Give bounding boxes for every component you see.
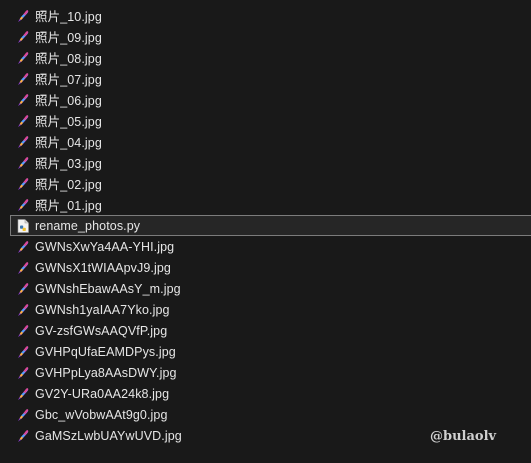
image-file-icon — [17, 156, 29, 170]
image-file-icon — [17, 177, 29, 191]
image-file-icon — [17, 9, 29, 23]
file-row[interactable]: 照片_01.jpg — [0, 194, 531, 215]
file-name: 照片_02.jpg — [35, 178, 102, 192]
file-row[interactable]: GVHPpLya8AAsDWY.jpg — [0, 362, 531, 383]
file-row[interactable]: GWNsX1tWIAApvJ9.jpg — [0, 257, 531, 278]
file-name: GWNshEbawAAsY_m.jpg — [35, 281, 181, 296]
file-name: GV-zsfGWsAAQVfP.jpg — [35, 323, 168, 338]
file-name: GWNsX1tWIAApvJ9.jpg — [35, 260, 171, 275]
image-file-icon — [17, 324, 29, 338]
watermark: @bulaolv — [430, 429, 497, 444]
image-file-icon — [17, 261, 29, 275]
file-row[interactable]: GWNshEbawAAsY_m.jpg — [0, 278, 531, 299]
image-file-icon — [17, 408, 29, 422]
file-name: 照片_05.jpg — [35, 115, 102, 129]
image-file-icon — [17, 366, 29, 380]
image-file-icon — [17, 282, 29, 296]
image-file-icon — [17, 135, 29, 149]
file-name: 照片_08.jpg — [35, 52, 102, 66]
file-name: 照片_10.jpg — [35, 10, 102, 24]
file-name: 照片_07.jpg — [35, 73, 102, 87]
file-name: GV2Y-URa0AA24k8.jpg — [35, 386, 170, 401]
file-list: 照片_10.jpg 照片_09.jpg 照片_08.jpg 照片_07.jpg 照片_0… — [0, 0, 531, 446]
image-file-icon — [17, 72, 29, 86]
file-name: Gbc_wVobwAAt9g0.jpg — [35, 407, 168, 422]
image-file-icon — [17, 198, 29, 212]
file-row[interactable]: 照片_09.jpg — [0, 26, 531, 47]
python-file-icon — [17, 218, 29, 233]
file-name: 照片_09.jpg — [35, 31, 102, 45]
file-name: 照片_04.jpg — [35, 136, 102, 150]
file-name: 照片_01.jpg — [35, 199, 102, 213]
file-name: GVHPpLya8AAsDWY.jpg — [35, 365, 177, 380]
file-name: GaMSzLwbUAYwUVD.jpg — [35, 428, 182, 443]
file-name: 照片_06.jpg — [35, 94, 102, 108]
image-file-icon — [17, 303, 29, 317]
image-file-icon — [17, 429, 29, 443]
image-file-icon — [17, 345, 29, 359]
file-row[interactable]: 照片_03.jpg — [0, 152, 531, 173]
file-row-selected[interactable]: rename_photos.py — [10, 215, 531, 236]
file-row[interactable]: 照片_07.jpg — [0, 68, 531, 89]
file-row[interactable]: 照片_06.jpg — [0, 89, 531, 110]
file-name: GWNsh1yaIAA7Yko.jpg — [35, 302, 170, 317]
image-file-icon — [17, 114, 29, 128]
image-file-icon — [17, 51, 29, 65]
image-file-icon — [17, 30, 29, 44]
file-row[interactable]: 照片_10.jpg — [0, 5, 531, 26]
file-row[interactable]: GWNsXwYa4AA-YHI.jpg — [0, 236, 531, 257]
file-row[interactable]: GV2Y-URa0AA24k8.jpg — [0, 383, 531, 404]
file-row[interactable]: GWNsh1yaIAA7Yko.jpg — [0, 299, 531, 320]
file-name: GVHPqUfaEAMDPys.jpg — [35, 344, 176, 359]
image-file-icon — [17, 387, 29, 401]
file-row[interactable]: 照片_05.jpg — [0, 110, 531, 131]
image-file-icon — [17, 93, 29, 107]
file-name: 照片_03.jpg — [35, 157, 102, 171]
file-row[interactable]: GVHPqUfaEAMDPys.jpg — [0, 341, 531, 362]
file-row[interactable]: 照片_02.jpg — [0, 173, 531, 194]
image-file-icon — [17, 240, 29, 254]
file-name: rename_photos.py — [35, 218, 141, 233]
file-name: GWNsXwYa4AA-YHI.jpg — [35, 239, 175, 254]
file-row[interactable]: 照片_08.jpg — [0, 47, 531, 68]
file-row[interactable]: Gbc_wVobwAAt9g0.jpg — [0, 404, 531, 425]
file-row[interactable]: 照片_04.jpg — [0, 131, 531, 152]
file-row[interactable]: GV-zsfGWsAAQVfP.jpg — [0, 320, 531, 341]
